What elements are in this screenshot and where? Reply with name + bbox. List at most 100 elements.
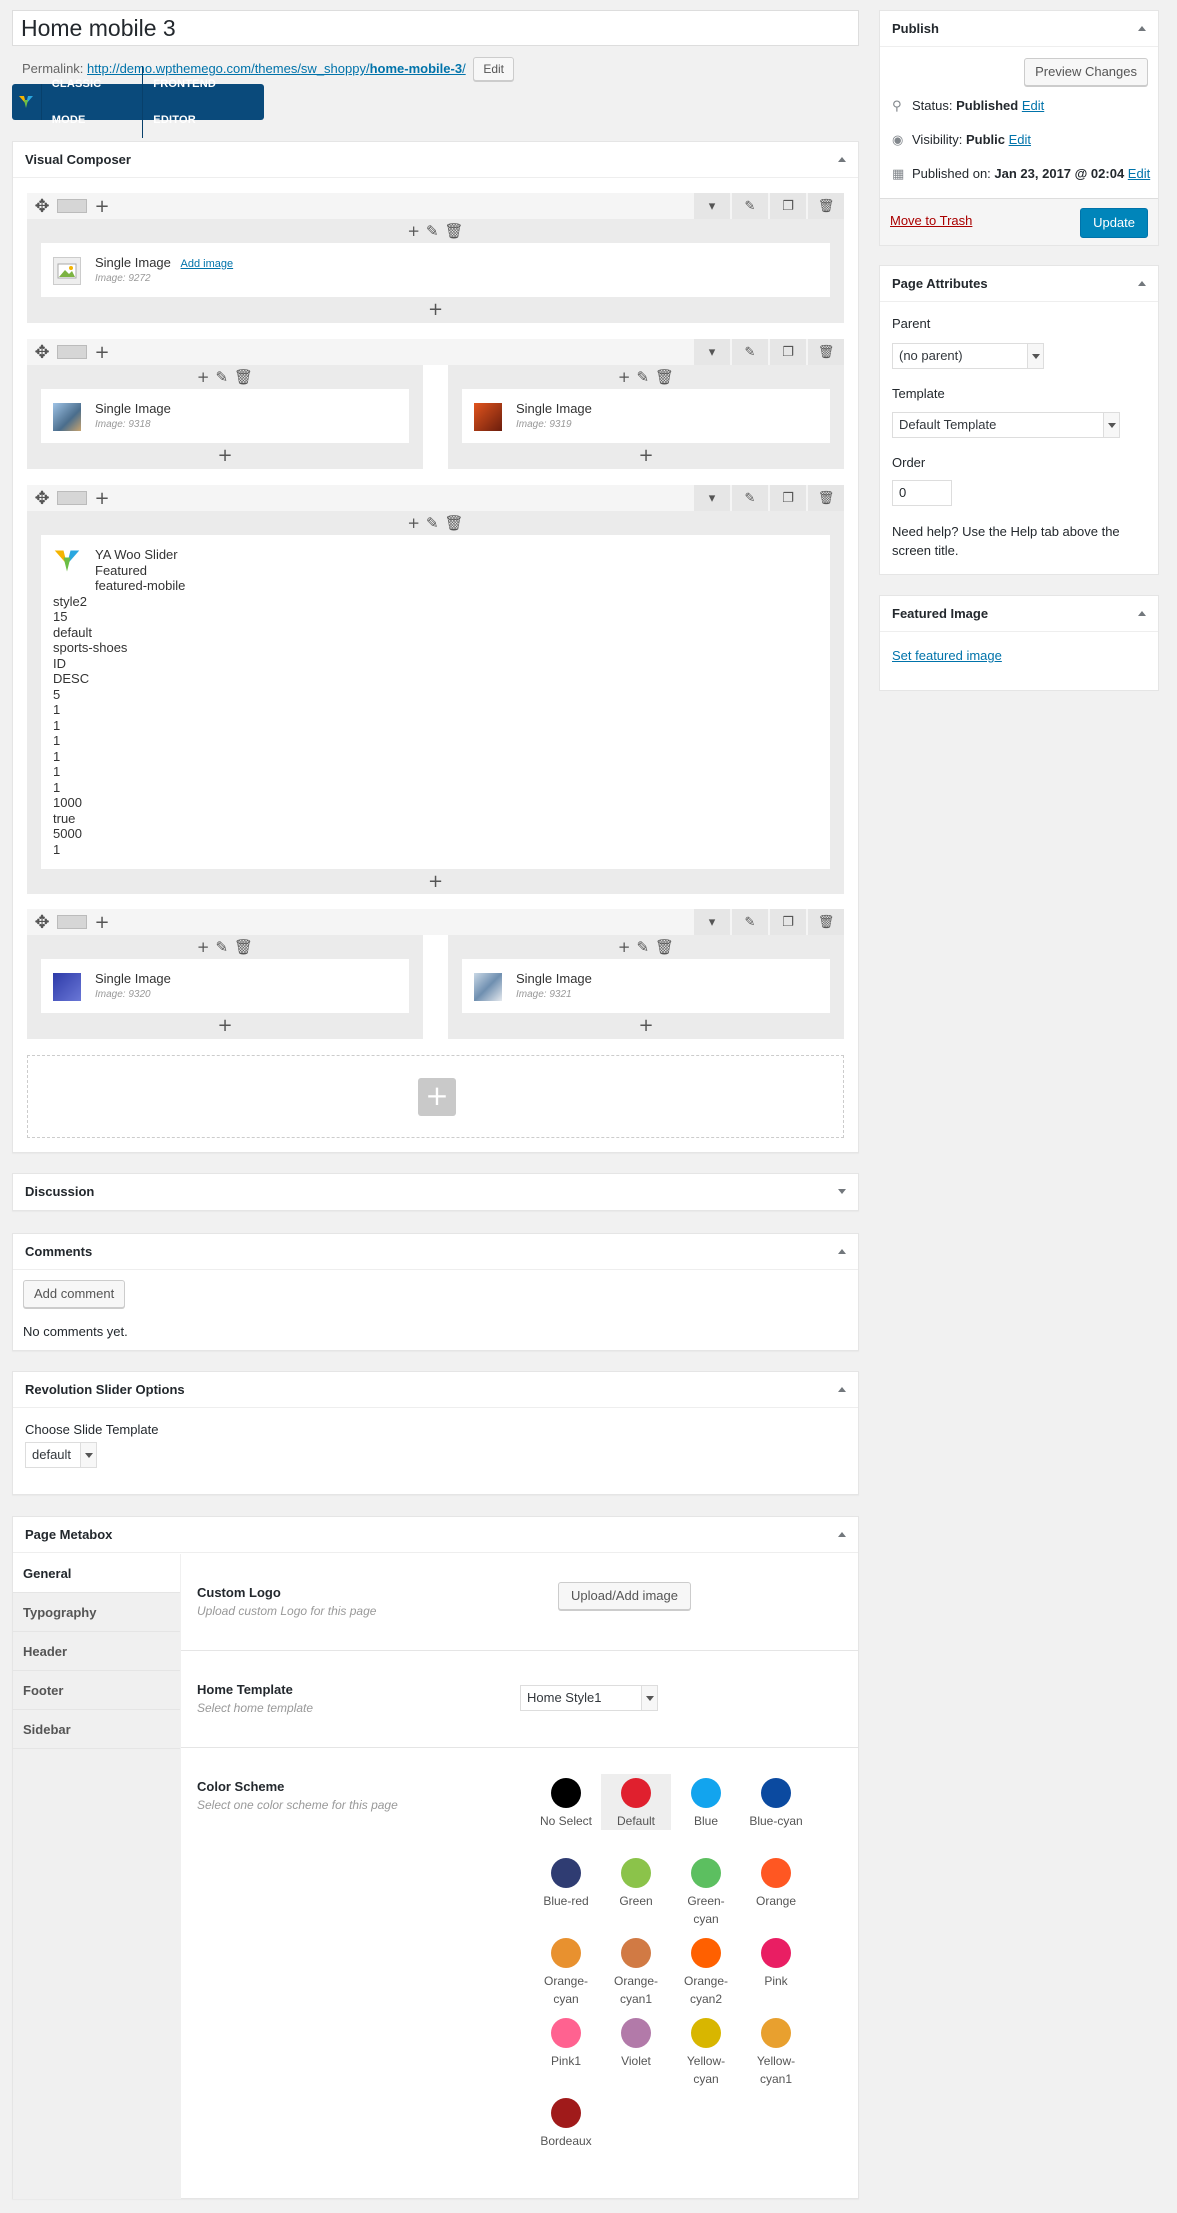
- color-option[interactable]: Default: [601, 1774, 671, 1830]
- add-image-link[interactable]: Add image: [181, 258, 234, 270]
- color-option[interactable]: No Select: [531, 1774, 601, 1830]
- add-column-icon[interactable]: +: [87, 909, 117, 935]
- status-edit-link[interactable]: Edit: [1022, 98, 1044, 113]
- color-option[interactable]: Bordeaux: [531, 2094, 601, 2150]
- collapse-icon[interactable]: ▾: [694, 339, 730, 365]
- title-input[interactable]: Home mobile 3: [12, 10, 859, 46]
- tab-typography[interactable]: Typography: [13, 1593, 180, 1632]
- delete-icon[interactable]: 🗑: [808, 909, 844, 935]
- slide-template-select[interactable]: default: [25, 1442, 97, 1468]
- color-option[interactable]: Blue: [671, 1774, 741, 1830]
- color-option[interactable]: Orange: [741, 1854, 811, 1910]
- classic-mode-button[interactable]: CLASSIC MODE: [42, 66, 144, 138]
- edit-icon[interactable]: ✎: [636, 938, 649, 956]
- page-metabox-header[interactable]: Page Metabox: [13, 1517, 858, 1553]
- color-option[interactable]: Yellow-cyan: [671, 2014, 741, 2088]
- home-template-select[interactable]: Home Style1: [520, 1685, 658, 1711]
- edit-icon[interactable]: ✎: [732, 339, 768, 365]
- add-element-icon[interactable]: +: [407, 514, 420, 532]
- color-option[interactable]: Orange-cyan: [531, 1934, 601, 2008]
- discussion-header[interactable]: Discussion: [13, 1174, 858, 1210]
- toggle-icon[interactable]: [1138, 611, 1146, 616]
- color-option[interactable]: Yellow-cyan1: [741, 2014, 811, 2088]
- add-element-icon[interactable]: +: [448, 447, 844, 465]
- tab-general[interactable]: General: [13, 1554, 180, 1593]
- add-row-icon[interactable]: +: [418, 1078, 456, 1116]
- color-option[interactable]: Violet: [601, 2014, 671, 2070]
- edit-icon[interactable]: ✎: [215, 938, 228, 956]
- edit-icon[interactable]: ✎: [732, 485, 768, 511]
- frontend-editor-button[interactable]: FRONTEND EDITOR: [143, 66, 264, 138]
- edit-icon[interactable]: ✎: [215, 368, 228, 386]
- add-column-icon[interactable]: +: [87, 485, 117, 511]
- toggle-icon[interactable]: [838, 1189, 846, 1194]
- move-icon[interactable]: ✥: [27, 485, 57, 511]
- layout-icon[interactable]: [57, 345, 87, 359]
- toggle-icon[interactable]: [838, 157, 846, 162]
- delete-icon[interactable]: 🗑: [234, 938, 253, 956]
- color-option[interactable]: Pink1: [531, 2014, 601, 2070]
- layout-icon[interactable]: [57, 491, 87, 505]
- single-image-element[interactable]: Single Image Image: 9321: [462, 959, 830, 1013]
- toggle-icon[interactable]: [1138, 281, 1146, 286]
- edit-icon[interactable]: ✎: [426, 222, 439, 240]
- woo-slider-element[interactable]: YA Woo Slider Featured featured-mobile s…: [41, 535, 830, 869]
- order-input[interactable]: 0: [892, 480, 952, 506]
- add-element-icon[interactable]: +: [27, 1017, 423, 1035]
- toggle-icon[interactable]: [838, 1249, 846, 1254]
- color-option[interactable]: Orange-cyan1: [601, 1934, 671, 2008]
- edit-icon[interactable]: ✎: [732, 909, 768, 935]
- add-element-icon[interactable]: +: [197, 938, 210, 956]
- delete-icon[interactable]: 🗑: [234, 368, 253, 386]
- add-element-icon[interactable]: +: [27, 301, 844, 319]
- tab-footer[interactable]: Footer: [13, 1671, 180, 1710]
- layout-icon[interactable]: [57, 199, 87, 213]
- tab-header[interactable]: Header: [13, 1632, 180, 1671]
- edit-icon[interactable]: ✎: [636, 368, 649, 386]
- collapse-icon[interactable]: ▾: [694, 193, 730, 219]
- single-image-element[interactable]: Single Image Image: 9319: [462, 389, 830, 443]
- delete-icon[interactable]: 🗑: [808, 193, 844, 219]
- color-option[interactable]: Pink: [741, 1934, 811, 1990]
- add-element-icon[interactable]: +: [407, 222, 420, 240]
- delete-icon[interactable]: 🗑: [808, 485, 844, 511]
- single-image-element[interactable]: Single Image Image: 9320: [41, 959, 409, 1013]
- toggle-icon[interactable]: [838, 1532, 846, 1537]
- delete-icon[interactable]: 🗑: [445, 222, 464, 240]
- visibility-edit-link[interactable]: Edit: [1009, 132, 1031, 147]
- move-icon[interactable]: ✥: [27, 909, 57, 935]
- single-image-element[interactable]: Single Image Add image Image: 9272: [41, 243, 830, 297]
- visual-composer-header[interactable]: Visual Composer: [13, 142, 858, 178]
- template-select[interactable]: Default Template: [892, 412, 1120, 438]
- clone-icon[interactable]: ❐: [770, 909, 806, 935]
- clone-icon[interactable]: ❐: [770, 339, 806, 365]
- layout-icon[interactable]: [57, 915, 87, 929]
- comments-header[interactable]: Comments: [13, 1234, 858, 1270]
- color-option[interactable]: Orange-cyan2: [671, 1934, 741, 2008]
- move-to-trash-link[interactable]: Move to Trash: [890, 213, 972, 228]
- tab-sidebar[interactable]: Sidebar: [13, 1710, 180, 1749]
- add-element-icon[interactable]: +: [448, 1017, 844, 1035]
- page-attributes-header[interactable]: Page Attributes: [880, 266, 1158, 302]
- add-comment-button[interactable]: Add comment: [23, 1280, 126, 1308]
- clone-icon[interactable]: ❐: [770, 193, 806, 219]
- add-row-area[interactable]: +: [27, 1055, 844, 1138]
- add-column-icon[interactable]: +: [87, 193, 117, 219]
- move-icon[interactable]: ✥: [27, 193, 57, 219]
- add-element-icon[interactable]: +: [618, 368, 631, 386]
- preview-changes-button[interactable]: Preview Changes: [1024, 58, 1148, 86]
- published-edit-link[interactable]: Edit: [1128, 166, 1150, 181]
- delete-icon[interactable]: 🗑: [655, 938, 674, 956]
- color-option[interactable]: Blue-red: [531, 1854, 601, 1910]
- upload-image-button[interactable]: Upload/Add image: [558, 1582, 691, 1610]
- color-option[interactable]: Blue-cyan: [741, 1774, 811, 1830]
- update-button[interactable]: Update: [1080, 208, 1148, 238]
- add-column-icon[interactable]: +: [87, 339, 117, 365]
- single-image-element[interactable]: Single Image Image: 9318: [41, 389, 409, 443]
- edit-icon[interactable]: ✎: [426, 514, 439, 532]
- collapse-icon[interactable]: ▾: [694, 485, 730, 511]
- add-element-icon[interactable]: +: [27, 447, 423, 465]
- add-element-icon[interactable]: +: [27, 873, 844, 891]
- toggle-icon[interactable]: [1138, 26, 1146, 31]
- clone-icon[interactable]: ❐: [770, 485, 806, 511]
